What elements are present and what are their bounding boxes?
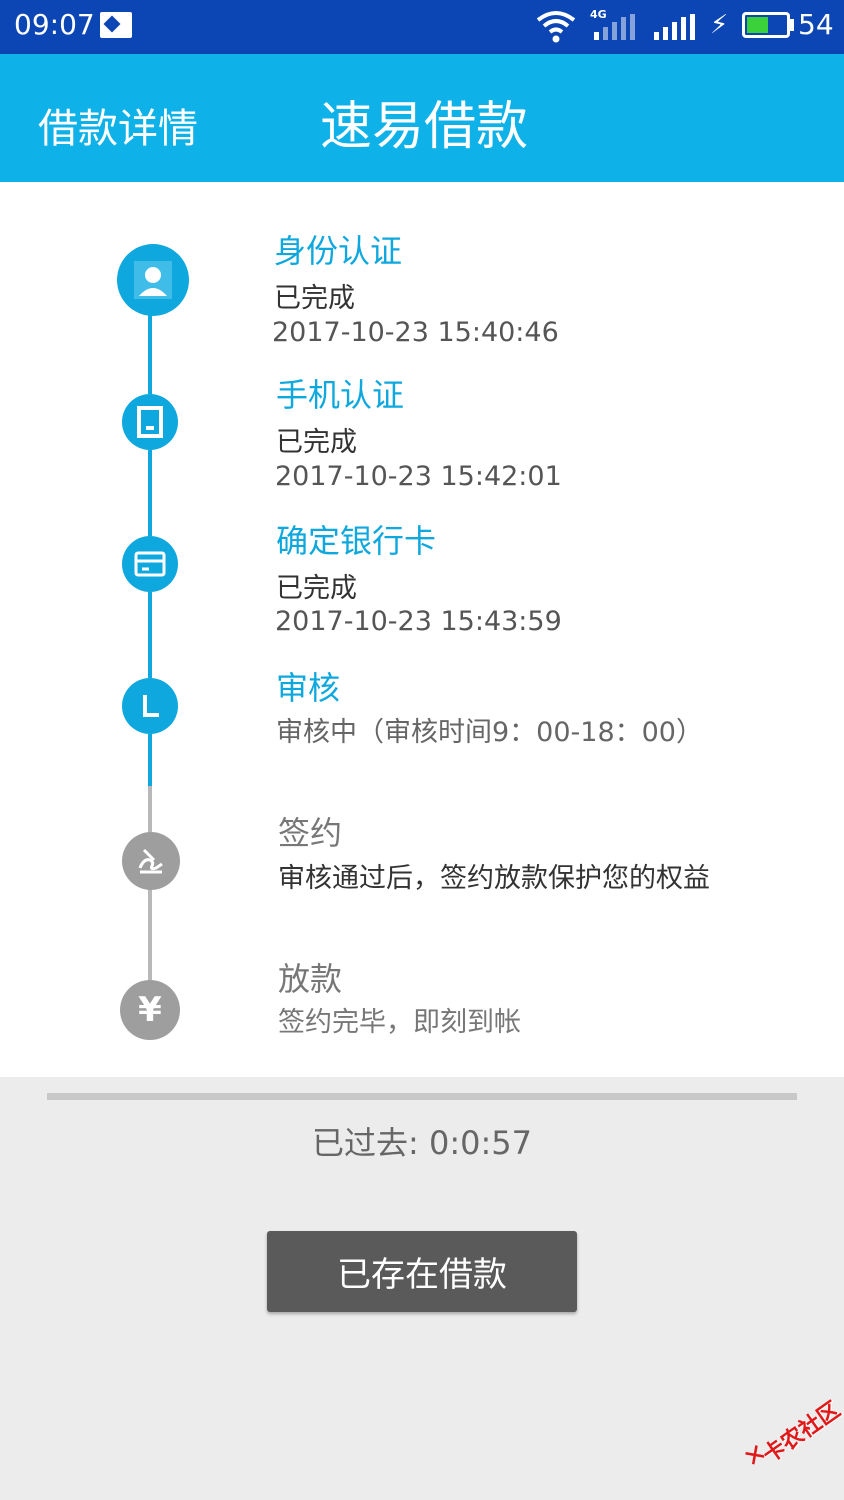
step-status: 签约完毕，即刻到帐	[278, 1007, 521, 1038]
image-icon	[100, 12, 132, 38]
app-bar: 借款详情 速易借款	[0, 54, 844, 182]
watermark-text: 卡农社区	[758, 1397, 844, 1469]
step-status: 已完成	[276, 427, 357, 458]
battery-level: 54	[798, 8, 834, 41]
timeline-connector	[148, 734, 152, 786]
phone-icon	[122, 394, 178, 450]
step-timestamp: 2017-10-23 15:42:01	[275, 461, 562, 492]
step-status: 审核通过后，签约放款保护您的权益	[278, 863, 710, 894]
status-bar: 09:07 4G ⚡ 54	[0, 0, 844, 54]
step-title: 确定银行卡	[276, 522, 437, 560]
step-title: 手机认证	[276, 376, 405, 414]
step-status: 已完成	[276, 573, 357, 604]
timeline-connector	[148, 314, 152, 394]
timeline-connector	[148, 888, 152, 980]
loan-details-back-button[interactable]: 借款详情	[38, 96, 198, 154]
timeline-connector	[148, 450, 152, 536]
status-time: 09:07	[14, 8, 95, 41]
sign-icon	[122, 832, 180, 890]
step-title: 审核	[276, 669, 341, 707]
step-status: 审核中（审核时间9：00-18：00）	[276, 717, 703, 748]
step-title: 放款	[278, 960, 343, 998]
watermark-logo: ✕ 卡农社区	[733, 1386, 844, 1495]
step-title: 签约	[278, 814, 343, 852]
progress-track	[47, 1093, 797, 1100]
timeline-connector	[148, 592, 152, 678]
loan-progress-timeline: 身份认证 已完成 2017-10-23 15:40:46 手机认证 已完成 20…	[0, 182, 844, 1077]
charging-icon: ⚡	[710, 10, 729, 40]
existing-loan-button[interactable]: 已存在借款	[267, 1231, 577, 1312]
battery-icon	[742, 12, 790, 38]
wifi-icon	[536, 11, 576, 43]
bank-card-icon	[122, 536, 178, 592]
signal-icon	[654, 14, 695, 40]
page-title: 速易借款	[320, 97, 529, 157]
yen-icon: ¥	[120, 980, 180, 1040]
battery-tip	[790, 19, 794, 31]
timeline-connector	[148, 786, 152, 832]
clock-icon	[122, 678, 178, 734]
step-timestamp: 2017-10-23 15:43:59	[275, 606, 562, 637]
user-icon	[117, 244, 189, 316]
elapsed-time: 已过去: 0:0:57	[312, 1124, 532, 1162]
step-title: 身份认证	[274, 232, 403, 270]
step-timestamp: 2017-10-23 15:40:46	[272, 317, 559, 348]
signal-icon	[594, 14, 635, 40]
step-status: 已完成	[274, 283, 355, 314]
